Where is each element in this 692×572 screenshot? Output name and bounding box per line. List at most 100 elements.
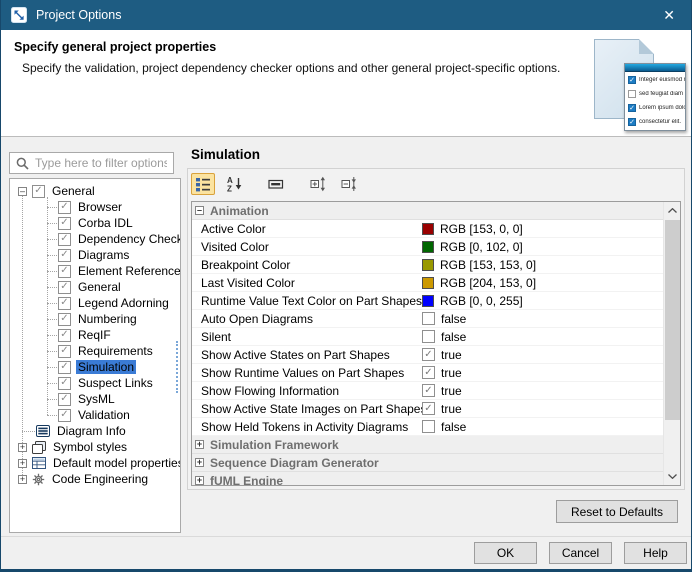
property-row-visited-color[interactable]: Visited ColorRGB [0, 102, 0] — [192, 238, 663, 256]
tree-item-browser[interactable]: ✓Browser — [10, 199, 180, 215]
show-description-button[interactable] — [264, 173, 288, 195]
property-value[interactable]: false — [422, 312, 466, 326]
expand-expander-icon[interactable]: + — [195, 458, 204, 467]
checked-checkbox-icon[interactable]: ✓ — [422, 366, 435, 379]
checkbox-icon[interactable]: ✓ — [58, 313, 71, 326]
property-value[interactable]: ✓true — [422, 384, 462, 398]
property-value[interactable]: RGB [0, 0, 255] — [422, 294, 523, 308]
property-group-fuml-engine[interactable]: +fUML Engine — [192, 472, 663, 485]
tree-item-diagram-info[interactable]: Diagram Info — [10, 423, 180, 439]
checkbox-icon[interactable]: ✓ — [58, 265, 71, 278]
property-row-show-flowing-information[interactable]: Show Flowing Information✓true — [192, 382, 663, 400]
tree-item-sysml[interactable]: ✓SysML — [10, 391, 180, 407]
reset-to-defaults-button[interactable]: Reset to Defaults — [556, 500, 678, 523]
unchecked-checkbox-icon[interactable] — [422, 330, 435, 343]
collapse-all-icon — [341, 176, 358, 192]
property-group-sequence-diagram-generator[interactable]: +Sequence Diagram Generator — [192, 454, 663, 472]
property-value[interactable]: RGB [153, 0, 0] — [422, 222, 523, 236]
checkbox-icon[interactable]: ✓ — [58, 409, 71, 422]
tree-item-simulation[interactable]: ✓Simulation — [10, 359, 180, 375]
categorized-view-button[interactable] — [191, 173, 215, 195]
tree-item-dependency-checker[interactable]: ✓Dependency Checker — [10, 231, 180, 247]
unchecked-checkbox-icon[interactable] — [422, 312, 435, 325]
header-illustration: ✓Integer euismod mollissed feugiat diam … — [590, 33, 687, 134]
property-group-animation[interactable]: –Animation — [192, 202, 663, 220]
checkbox-icon[interactable]: ✓ — [58, 217, 71, 230]
property-value[interactable]: false — [422, 420, 466, 434]
tree-item-requirements[interactable]: ✓Requirements — [10, 343, 180, 359]
collapse-expander-icon[interactable]: – — [18, 187, 27, 196]
tree-item-default-model-properties[interactable]: +Default model properties — [10, 455, 180, 471]
property-value[interactable]: ✓true — [422, 348, 462, 362]
sort-alphabetically-button[interactable]: AZ — [222, 173, 246, 195]
property-value[interactable]: ✓true — [422, 402, 462, 416]
checkbox-icon[interactable]: ✓ — [58, 249, 71, 262]
property-group-simulation-framework[interactable]: +Simulation Framework — [192, 436, 663, 454]
property-row-last-visited-color[interactable]: Last Visited ColorRGB [204, 153, 0] — [192, 274, 663, 292]
checkbox-icon[interactable]: ✓ — [58, 201, 71, 214]
tree-item-symbol-styles[interactable]: +Symbol styles — [10, 439, 180, 455]
ok-button[interactable]: OK — [474, 542, 537, 564]
expand-expander-icon[interactable]: + — [18, 475, 27, 484]
checked-checkbox-icon[interactable]: ✓ — [422, 348, 435, 361]
property-row-breakpoint-color[interactable]: Breakpoint ColorRGB [153, 153, 0] — [192, 256, 663, 274]
code-engineering-icon — [32, 473, 45, 486]
expand-expander-icon[interactable]: + — [195, 440, 204, 449]
filter-options-search[interactable] — [9, 152, 174, 174]
checkbox-icon[interactable]: ✓ — [58, 297, 71, 310]
scrollbar-thumb[interactable] — [665, 220, 680, 420]
tree-item-code-engineering[interactable]: +Code Engineering — [10, 471, 180, 487]
expand-expander-icon[interactable]: + — [18, 459, 27, 468]
property-value[interactable]: ✓ true — [422, 366, 462, 380]
property-value[interactable]: RGB [204, 153, 0] — [422, 276, 536, 290]
checkbox-icon[interactable]: ✓ — [58, 345, 71, 358]
checkbox-icon[interactable]: ✓ — [58, 361, 71, 374]
collapse-all-button[interactable] — [337, 173, 361, 195]
expand-expander-icon[interactable]: + — [18, 443, 27, 452]
scroll-down-icon[interactable] — [664, 468, 681, 485]
property-row-show-active-state-images-on-part-shapes[interactable]: Show Active State Images on Part Shapes✓… — [192, 400, 663, 418]
expand-expander-icon[interactable]: + — [195, 476, 204, 485]
property-value[interactable]: RGB [153, 153, 0] — [422, 258, 536, 272]
tree-item-reqif[interactable]: ✓ReqIF — [10, 327, 180, 343]
checkbox-icon[interactable]: ✓ — [58, 393, 71, 406]
tree-item-diagrams[interactable]: ✓ Diagrams — [10, 247, 180, 263]
property-row-show-held-tokens-in-activity-diagrams[interactable]: Show Held Tokens in Activity Diagramsfal… — [192, 418, 663, 436]
tree-item-general[interactable]: ✓General — [10, 279, 180, 295]
property-value[interactable]: RGB [0, 102, 0] — [422, 240, 523, 254]
tree-item-legend-adorning[interactable]: ✓Legend Adorning — [10, 295, 180, 311]
close-icon[interactable]: ✕ — [657, 6, 681, 24]
table-scrollbar[interactable] — [663, 202, 680, 485]
checkbox-icon[interactable]: ✓ — [58, 329, 71, 342]
property-row-active-color[interactable]: Active ColorRGB [153, 0, 0] — [192, 220, 663, 238]
checkbox-icon[interactable]: ✓ — [58, 233, 71, 246]
tree-item-suspect-links[interactable]: ✓Suspect Links — [10, 375, 180, 391]
checkbox-icon[interactable]: ✓ — [58, 281, 71, 294]
property-row-show-active-states-on-part-shapes[interactable]: Show Active States on Part Shapes✓true — [192, 346, 663, 364]
property-row-auto-open-diagrams[interactable]: Auto Open Diagramsfalse — [192, 310, 663, 328]
tree-item-corba-idl[interactable]: ✓Corba IDL — [10, 215, 180, 231]
expand-all-button[interactable] — [306, 173, 330, 195]
property-row-show-runtime-values-on-part-shapes[interactable]: Show Runtime Values on Part Shapes✓true — [192, 364, 663, 382]
property-row-runtime-value-text-color-on-part-shapes[interactable]: Runtime Value Text Color on Part ShapesR… — [192, 292, 663, 310]
checked-checkbox-icon[interactable]: ✓ — [422, 384, 435, 397]
tree-item-validation[interactable]: ✓Validation — [10, 407, 180, 423]
checked-checkbox-icon[interactable]: ✓ — [422, 402, 435, 415]
property-row-silent[interactable]: Silentfalse — [192, 328, 663, 346]
cancel-button[interactable]: Cancel — [549, 542, 612, 564]
property-value[interactable]: false — [422, 330, 466, 344]
unchecked-checkbox-icon[interactable] — [422, 420, 435, 433]
search-input[interactable] — [33, 155, 169, 171]
help-button[interactable]: Help — [624, 542, 687, 564]
properties-toolbar: AZ — [188, 169, 684, 197]
tree-item-general[interactable]: –✓General — [10, 183, 180, 199]
checkbox-icon[interactable]: ✓ — [32, 185, 45, 198]
collapse-expander-icon[interactable]: – — [195, 206, 204, 215]
tree-guide-stub — [22, 431, 35, 432]
tree-item-element-references[interactable]: ✓Element References — [10, 263, 180, 279]
tree-item-numbering[interactable]: ✓Numbering — [10, 311, 180, 327]
property-value-text: true — [441, 366, 462, 380]
scroll-up-icon[interactable] — [664, 202, 681, 219]
checkbox-icon[interactable]: ✓ — [58, 377, 71, 390]
tree-item-label: Diagrams — [76, 248, 131, 262]
